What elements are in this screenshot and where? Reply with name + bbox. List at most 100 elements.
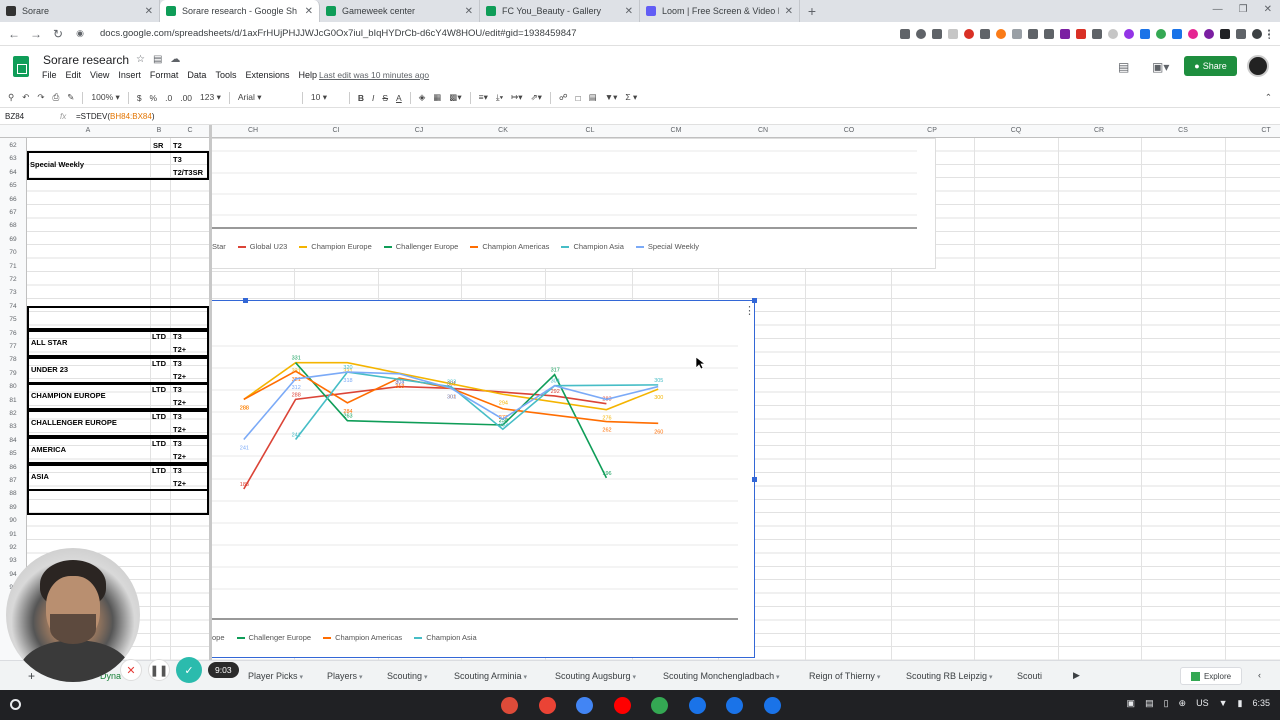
row-header[interactable]: 80 xyxy=(0,383,26,390)
menu-view[interactable]: View xyxy=(90,70,109,80)
explore-button[interactable]: Explore xyxy=(1180,667,1242,685)
extension-16-icon[interactable] xyxy=(1188,28,1198,39)
row-header[interactable]: 72 xyxy=(0,276,26,283)
row-header[interactable]: 89 xyxy=(0,504,26,511)
zoom-select[interactable]: 100% ▾ xyxy=(91,92,119,103)
cell-group-ltd[interactable]: LTD xyxy=(152,359,166,368)
sheet-tab[interactable]: Scouting ▾ xyxy=(387,671,428,681)
user-avatar[interactable] xyxy=(1247,55,1269,77)
bold-button[interactable]: B xyxy=(358,93,364,103)
extension-10-icon[interactable] xyxy=(1092,28,1102,39)
finish-recording-icon[interactable]: ✓ xyxy=(176,657,202,683)
reload-icon[interactable]: ↻ xyxy=(52,27,64,41)
menu-data[interactable]: Data xyxy=(187,70,206,80)
chart-resize-handle[interactable] xyxy=(243,298,248,303)
cell-group-t3[interactable]: T3 xyxy=(173,439,182,448)
cell-group-t3[interactable]: T3 xyxy=(173,332,182,341)
menu-extensions[interactable]: Extensions xyxy=(245,70,289,80)
back-icon[interactable]: ← xyxy=(8,27,20,41)
extension-8-icon[interactable] xyxy=(1060,28,1070,39)
system-tray[interactable]: ▣ ▤ ▯ ⊕ US ▼ ▮ 6:35 xyxy=(1127,698,1270,709)
extension-14-icon[interactable] xyxy=(1156,28,1166,39)
sheets-logo-icon[interactable] xyxy=(13,56,29,77)
text-rotation-icon[interactable]: ⇗▾ xyxy=(531,92,542,103)
formula-input[interactable]: =STDEV(BH84:BX84) xyxy=(76,112,155,121)
row-header[interactable]: 91 xyxy=(0,531,26,538)
percent-button[interactable]: % xyxy=(150,93,158,103)
last-edit-link[interactable]: Last edit was 10 minutes ago xyxy=(319,70,429,80)
cell-t2-header[interactable]: T2 xyxy=(173,141,182,150)
close-tab-icon[interactable]: ✕ xyxy=(305,6,313,17)
extension-v-icon[interactable] xyxy=(1220,28,1230,39)
pause-recording-icon[interactable]: ❚❚ xyxy=(148,659,170,681)
row-header[interactable]: 85 xyxy=(0,450,26,457)
extensions-puzzle-icon[interactable] xyxy=(1236,28,1246,39)
row-header[interactable]: 73 xyxy=(0,289,26,296)
collapse-toolbar-icon[interactable]: ⌃ xyxy=(1265,92,1272,103)
chart-2[interactable]: 183 288 303 301 292 283 288 331 331 294 276 300 331 2… xyxy=(212,300,755,658)
extension-4-icon[interactable] xyxy=(996,28,1006,39)
column-header-a[interactable]: A xyxy=(86,127,91,134)
row-header[interactable]: 76 xyxy=(0,330,26,337)
row-header[interactable]: 75 xyxy=(0,316,26,323)
functions-button[interactable]: Σ ▾ xyxy=(625,92,637,103)
paint-format-icon[interactable]: ✎ xyxy=(67,92,74,103)
row-header[interactable]: 63 xyxy=(0,155,26,162)
row-header[interactable]: 83 xyxy=(0,423,26,430)
docs-app-icon[interactable] xyxy=(576,697,593,714)
name-box[interactable]: BZ84 xyxy=(0,112,60,121)
column-header-b[interactable]: B xyxy=(157,127,162,134)
cell-special-t3[interactable]: T3 xyxy=(173,155,182,164)
strikethrough-button[interactable]: S xyxy=(382,93,388,103)
column-header-cq[interactable]: CQ xyxy=(1011,127,1022,134)
sheet-tab[interactable]: Players ▾ xyxy=(327,671,362,681)
files-app-icon[interactable] xyxy=(688,697,706,714)
column-header-ct[interactable]: CT xyxy=(1261,127,1270,134)
cell-group-t2plus[interactable]: T2+ xyxy=(173,425,186,434)
row-header[interactable]: 90 xyxy=(0,517,26,524)
cell-group-t2plus[interactable]: T2+ xyxy=(173,452,186,461)
youtube-app-icon[interactable] xyxy=(613,697,631,714)
url-field[interactable]: docs.google.com/spreadsheets/d/1axFrHUjP… xyxy=(96,28,890,39)
cell-group-ltd[interactable]: LTD xyxy=(152,332,166,341)
minimize-window-icon[interactable]: — xyxy=(1213,4,1223,15)
column-header-cl[interactable]: CL xyxy=(586,127,595,134)
column-header-cr[interactable]: CR xyxy=(1094,127,1104,134)
currency-button[interactable]: $ xyxy=(137,93,142,103)
star-icon[interactable]: ☆ xyxy=(136,54,145,65)
sheet-tab[interactable]: Scouting Augsburg ▾ xyxy=(555,671,636,681)
messages-app-icon[interactable] xyxy=(763,697,781,714)
close-tab-icon[interactable]: ✕ xyxy=(785,6,793,17)
extension-3-icon[interactable] xyxy=(980,28,990,39)
menu-insert[interactable]: Insert xyxy=(118,70,141,80)
extension-1-icon[interactable] xyxy=(948,28,958,39)
font-select[interactable]: Arial ▾ xyxy=(238,92,294,103)
row-header[interactable]: 65 xyxy=(0,182,26,189)
extension-gmail-icon[interactable] xyxy=(1044,28,1054,39)
extension-12-icon[interactable] xyxy=(1124,28,1134,39)
chrome-app-icon[interactable] xyxy=(501,697,518,714)
chart-menu-icon[interactable]: ⋮ xyxy=(744,304,755,317)
column-header-cs[interactable]: CS xyxy=(1178,127,1188,134)
sheet-tab-menu-icon[interactable]: ▾ xyxy=(422,674,428,681)
column-header-c[interactable]: C xyxy=(187,127,192,134)
row-header[interactable]: 77 xyxy=(0,343,26,350)
row-header[interactable]: 82 xyxy=(0,410,26,417)
vertical-align-icon[interactable]: ⤓▾ xyxy=(496,92,503,103)
column-header-cj[interactable]: CJ xyxy=(415,127,424,134)
move-folder-icon[interactable]: ▤ xyxy=(153,54,162,65)
extension-9-icon[interactable] xyxy=(1076,28,1086,39)
sheet-tab[interactable]: Reign of Thierny ▾ xyxy=(809,671,880,681)
calendar-app-icon[interactable] xyxy=(726,697,743,714)
close-tab-icon[interactable]: ✕ xyxy=(465,6,473,17)
row-header[interactable]: 88 xyxy=(0,490,26,497)
redo-icon[interactable]: ↷ xyxy=(37,92,44,103)
extension-6-icon[interactable] xyxy=(1028,28,1038,39)
undo-icon[interactable]: ↶ xyxy=(22,92,29,103)
cancel-recording-icon[interactable]: ✕ xyxy=(120,659,142,681)
row-header[interactable]: 78 xyxy=(0,356,26,363)
row-header[interactable]: 71 xyxy=(0,263,26,270)
cell-group-t2plus[interactable]: T2+ xyxy=(173,345,186,354)
cell-special-t2t3sr[interactable]: T2/T3SR xyxy=(173,168,203,177)
cell-special-weekly[interactable]: Special Weekly xyxy=(30,160,84,169)
